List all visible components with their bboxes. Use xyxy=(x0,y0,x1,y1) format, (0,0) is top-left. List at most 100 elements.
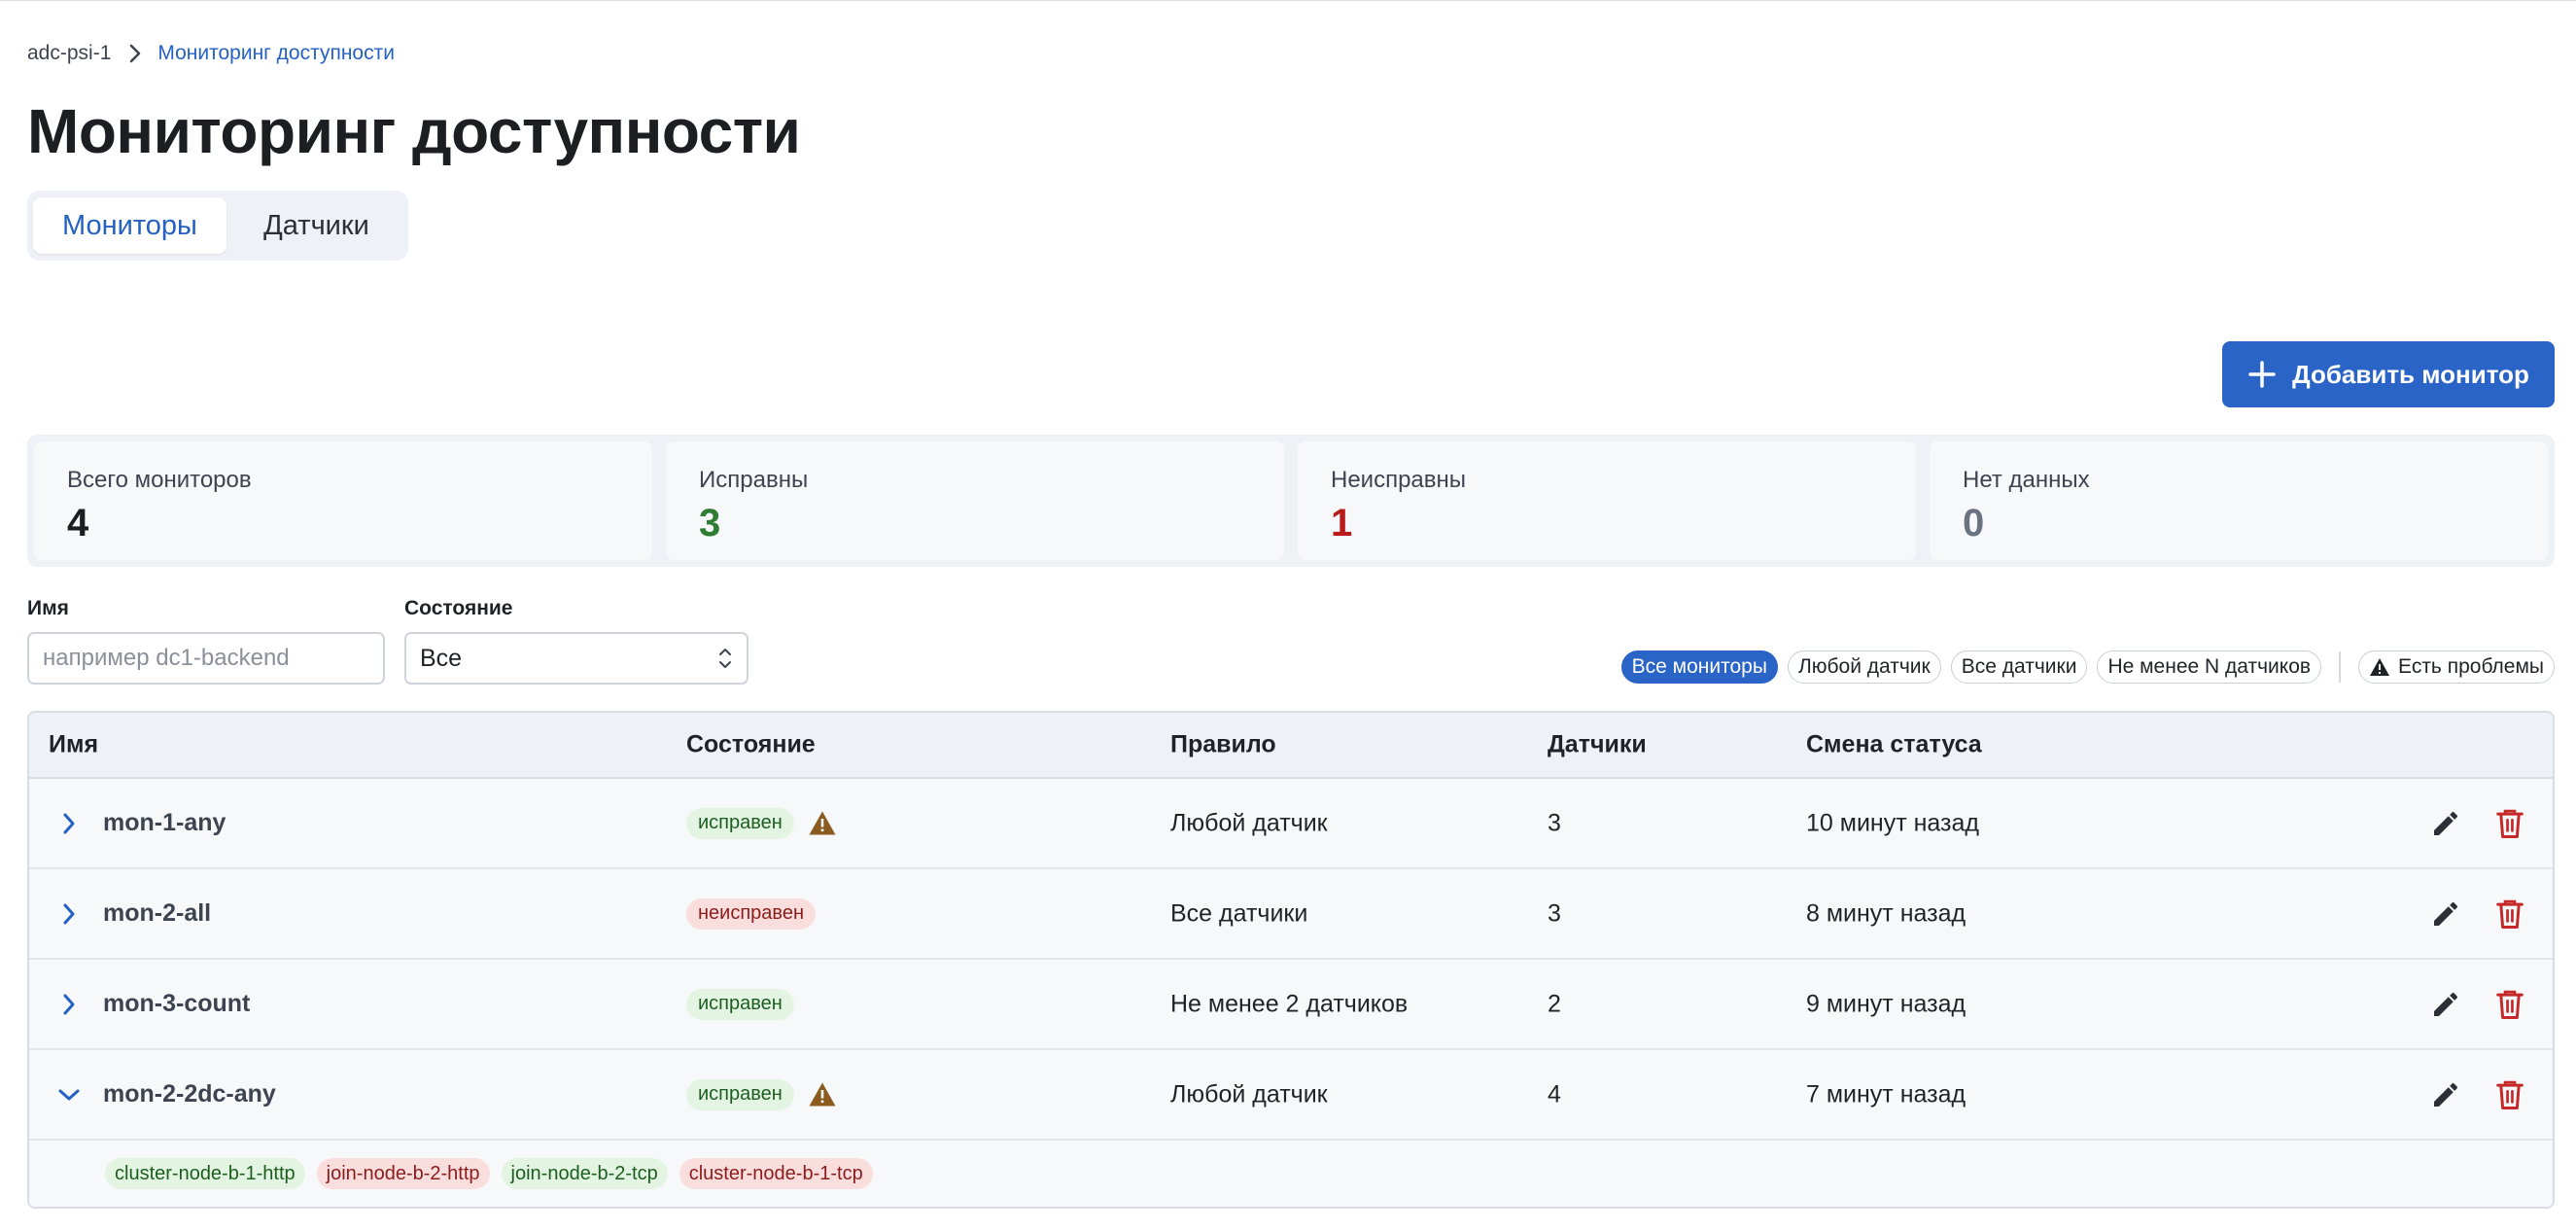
add-monitor-label: Добавить монитор xyxy=(2292,359,2529,389)
status-badge: неисправен xyxy=(686,897,816,930)
header-state[interactable]: Состояние xyxy=(686,731,816,759)
row-name-cell: mon-1-any xyxy=(29,809,226,838)
row-name-cell: mon-2-2dc-any xyxy=(29,1080,276,1109)
tab-sensors[interactable]: Датчики xyxy=(230,197,402,254)
row-actions xyxy=(2428,1077,2527,1112)
row-status-change: 9 минут назад xyxy=(1806,990,1967,1017)
status-badge: исправен xyxy=(686,988,794,1020)
row-state-cell: исправен xyxy=(686,807,837,839)
warning-icon xyxy=(808,810,837,836)
chip-all-monitors[interactable]: Все мониторы xyxy=(1620,651,1778,684)
sensor-tag[interactable]: join-node-b-2-tcp xyxy=(501,1158,668,1189)
stat-card-total: Всего мониторов 4 xyxy=(34,441,652,560)
status-badge: исправен xyxy=(686,1078,794,1110)
stat-label: Неисправны xyxy=(1331,467,1467,493)
warning-icon xyxy=(808,1081,837,1108)
stat-value: 1 xyxy=(1331,502,1353,545)
chip-at-least-n[interactable]: Не менее N датчиков xyxy=(2097,651,2322,684)
chevron-right-icon[interactable] xyxy=(54,899,84,929)
stat-card-healthy: Исправны 3 xyxy=(666,441,1284,560)
state-filter-value: Все xyxy=(420,644,463,672)
row-name-cell: mon-2-all xyxy=(29,899,211,929)
stat-label: Нет данных xyxy=(1963,467,2090,493)
breadcrumb-current[interactable]: Мониторинг доступности xyxy=(157,42,395,65)
edit-pencil-icon[interactable] xyxy=(2428,987,2463,1022)
sensor-tag[interactable]: cluster-node-b-1-http xyxy=(105,1158,305,1189)
row-status-change: 10 минут назад xyxy=(1806,809,1979,836)
stats-panel: Всего мониторов 4 Исправны 3 Неисправны … xyxy=(27,435,2555,567)
table-header: Имя Состояние Правило Датчики Смена стат… xyxy=(29,713,2553,779)
table-row[interactable]: mon-1-any исправен Любой датчик 3 10 мин… xyxy=(29,779,2553,869)
header-rule[interactable]: Правило xyxy=(1170,731,1276,759)
stat-value: 4 xyxy=(67,502,89,545)
monitor-name: mon-2-all xyxy=(103,899,212,927)
name-filter-input[interactable] xyxy=(27,632,385,685)
stat-card-unhealthy: Неисправны 1 xyxy=(1298,441,1916,560)
chip-all-sensors[interactable]: Все датчики xyxy=(1950,651,2088,684)
edit-pencil-icon[interactable] xyxy=(2428,806,2463,841)
monitor-name: mon-1-any xyxy=(103,809,226,836)
rule-filter-chips: Все мониторы Любой датчик Все датчики Не… xyxy=(1620,651,2555,684)
table-row[interactable]: mon-2-all неисправен Все датчики 3 8 мин… xyxy=(29,869,2553,960)
monitors-table: Имя Состояние Правило Датчики Смена стат… xyxy=(27,711,2555,1209)
monitor-name: mon-2-2dc-any xyxy=(103,1080,276,1108)
stat-value: 0 xyxy=(1963,502,1985,545)
stat-card-no-data: Нет данных 0 xyxy=(1930,441,2548,560)
table-row[interactable]: mon-2-2dc-any исправен Любой датчик 4 7 … xyxy=(29,1050,2553,1141)
row-sensors: 4 xyxy=(1548,1080,1561,1108)
row-status-change: 7 минут назад xyxy=(1806,1080,1967,1108)
tab-bar: Мониторы Датчики xyxy=(27,191,408,261)
row-sensors: 2 xyxy=(1548,990,1561,1017)
row-rule: Любой датчик xyxy=(1170,1080,1328,1108)
sensor-tag[interactable]: join-node-b-2-http xyxy=(316,1158,490,1189)
row-rule: Не менее 2 датчиков xyxy=(1170,990,1409,1017)
row-name-cell: mon-3-count xyxy=(29,990,250,1019)
header-name[interactable]: Имя xyxy=(49,731,98,759)
row-state-cell: исправен xyxy=(686,1078,837,1110)
breadcrumb-root[interactable]: adc-psi-1 xyxy=(27,42,111,65)
table-row[interactable]: mon-3-count исправен Не менее 2 датчиков… xyxy=(29,960,2553,1050)
edit-pencil-icon[interactable] xyxy=(2428,1077,2463,1112)
chip-has-problems[interactable]: Есть проблемы xyxy=(2358,651,2555,684)
add-monitor-button[interactable]: Добавить монитор xyxy=(2222,341,2555,407)
delete-trash-icon[interactable] xyxy=(2492,806,2527,841)
header-sensors[interactable]: Датчики xyxy=(1548,731,1647,759)
edit-pencil-icon[interactable] xyxy=(2428,897,2463,932)
sensor-tag[interactable]: cluster-node-b-1-tcp xyxy=(679,1158,873,1189)
warning-icon xyxy=(2369,657,2390,677)
delete-trash-icon[interactable] xyxy=(2492,1077,2527,1112)
row-rule: Любой датчик xyxy=(1170,809,1328,836)
chip-any-sensor[interactable]: Любой датчик xyxy=(1787,651,1941,684)
status-badge: исправен xyxy=(686,807,794,839)
row-sensors: 3 xyxy=(1548,899,1561,927)
row-rule: Все датчики xyxy=(1170,899,1308,927)
row-state-cell: неисправен xyxy=(686,897,816,930)
delete-trash-icon[interactable] xyxy=(2492,897,2527,932)
stat-label: Исправны xyxy=(699,467,809,493)
plus-icon xyxy=(2247,360,2277,389)
delete-trash-icon[interactable] xyxy=(2492,987,2527,1022)
monitor-name: mon-3-count xyxy=(103,990,251,1017)
stat-label: Всего мониторов xyxy=(67,467,252,493)
chip-has-problems-label: Есть проблемы xyxy=(2398,655,2544,678)
row-actions xyxy=(2428,897,2527,932)
row-actions xyxy=(2428,806,2527,841)
tab-monitors[interactable]: Мониторы xyxy=(33,197,226,254)
header-status-change[interactable]: Смена статуса xyxy=(1806,731,1982,759)
row-state-cell: исправен xyxy=(686,988,794,1020)
expanded-sensors-row: cluster-node-b-1-http join-node-b-2-http… xyxy=(29,1141,2553,1207)
chevron-right-icon xyxy=(128,44,142,63)
top-divider xyxy=(0,0,2576,1)
row-actions xyxy=(2428,987,2527,1022)
stat-value: 3 xyxy=(699,502,721,545)
chip-divider xyxy=(2339,651,2342,683)
chevron-right-icon[interactable] xyxy=(54,809,84,838)
chevron-right-icon[interactable] xyxy=(54,990,84,1019)
state-filter-select[interactable]: Все xyxy=(404,632,748,685)
state-filter-label: Состояние xyxy=(404,597,513,619)
page-title: Мониторинг доступности xyxy=(27,96,801,166)
row-sensors: 3 xyxy=(1548,809,1561,836)
chevron-down-icon[interactable] xyxy=(54,1080,84,1109)
name-filter-label: Имя xyxy=(27,597,69,619)
row-status-change: 8 минут назад xyxy=(1806,899,1967,927)
